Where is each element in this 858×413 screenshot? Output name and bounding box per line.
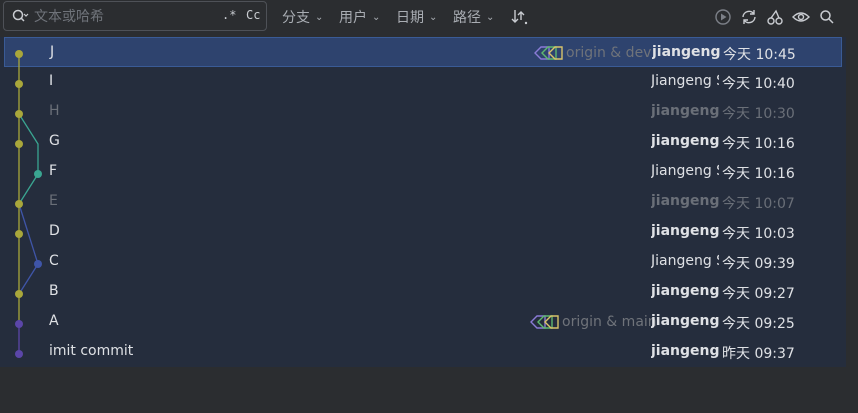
commit-row[interactable]: IJiangeng Sun今天 10:40 <box>4 67 842 97</box>
commit-author: jiangeng <box>652 44 720 60</box>
eye-icon[interactable] <box>792 8 810 26</box>
commit-row[interactable]: Ejiangeng 今天 10:07 <box>4 187 842 217</box>
commit-node <box>15 350 23 358</box>
commit-row[interactable]: imit commit jiangeng 昨天 09:37 <box>4 337 842 367</box>
commit-node <box>15 110 23 118</box>
branch-refs: origin & dev <box>532 44 651 62</box>
filter-user[interactable]: 用户 ⌄ <box>339 7 380 27</box>
refresh-icon[interactable] <box>740 8 758 26</box>
chevron-down-icon: ⌄ <box>315 11 324 23</box>
commit-row[interactable]: Jorigin & dev jiangeng 今天 10:45 <box>4 37 842 67</box>
commit-date: 今天 10:45 <box>723 47 796 63</box>
chevron-down-icon: ⌄ <box>486 11 495 23</box>
commit-graph <box>15 50 42 358</box>
chevron-down-icon: ⌄ <box>429 11 438 23</box>
search-icon <box>12 9 29 22</box>
branch-refs-label: origin & dev <box>566 45 652 61</box>
commit-row[interactable]: Aorigin & main jiangeng 今天 09:25 <box>4 307 842 337</box>
commit-node <box>15 80 23 88</box>
sort-icon[interactable] <box>511 8 529 26</box>
log-toolbar: .* Cc 分支 ⌄ 用户 ⌄ 日期 ⌄ 路径 ⌄ <box>0 0 858 36</box>
commit-author: Jiangeng Sun <box>651 163 719 179</box>
commit-author: jiangeng <box>651 343 719 359</box>
commit-date: 昨天 09:37 <box>722 346 795 362</box>
commit-row[interactable]: Djiangeng 今天 10:03 <box>4 217 842 247</box>
commit-node <box>15 290 23 298</box>
branch-refs: origin & main <box>528 313 657 331</box>
commit-node <box>15 200 23 208</box>
commit-node <box>15 320 23 328</box>
commit-author: jiangeng <box>651 223 719 239</box>
tag-icon <box>530 315 559 329</box>
branch-refs-label: origin & main <box>562 314 657 330</box>
commit-author: jiangeng <box>651 133 719 149</box>
play-icon[interactable] <box>714 8 732 26</box>
commit-author: Jiangeng Sun <box>651 73 719 89</box>
match-case-toggle[interactable]: Cc <box>246 8 260 22</box>
filter-branch-label: 分支 <box>282 10 310 26</box>
commit-author: jiangeng <box>651 283 719 299</box>
commit-date: 今天 10:07 <box>722 196 795 212</box>
commit-date: 今天 10:16 <box>722 166 795 182</box>
filter-path-label: 路径 <box>453 10 481 26</box>
commit-author: Jiangeng Sun <box>651 253 719 269</box>
commit-date: 今天 10:40 <box>722 76 795 92</box>
commit-date: 今天 09:25 <box>722 316 795 332</box>
commit-date: 今天 10:03 <box>722 226 795 242</box>
filter-branch[interactable]: 分支 ⌄ <box>282 7 323 27</box>
graph-branch-teal <box>18 113 39 205</box>
commit-subject: imit commit <box>49 343 134 359</box>
commit-date: 今天 10:30 <box>722 106 795 122</box>
commit-row[interactable]: Gjiangeng 今天 10:16 <box>4 127 842 157</box>
filter-date[interactable]: 日期 ⌄ <box>396 7 437 27</box>
commit-node <box>34 170 42 178</box>
filter-user-label: 用户 <box>339 10 367 26</box>
filter-date-label: 日期 <box>396 10 424 26</box>
search-icon[interactable] <box>818 8 836 26</box>
graph-branch-blue <box>18 203 39 295</box>
commit-log-table: Jorigin & devjiangeng今天 10:45IJiangeng S… <box>0 37 846 367</box>
commit-date: 今天 09:27 <box>722 286 795 302</box>
commit-date: 今天 09:39 <box>722 256 795 272</box>
commit-row[interactable]: FJiangeng Sun今天 10:16 <box>4 157 842 187</box>
right-gutter <box>846 37 858 367</box>
commit-node <box>34 260 42 268</box>
commit-row[interactable]: Bjiangeng 今天 09:27 <box>4 277 842 307</box>
commit-node <box>15 140 23 148</box>
tag-icon <box>534 46 563 60</box>
commit-author: jiangeng <box>651 313 719 329</box>
search-input[interactable] <box>34 7 214 27</box>
filter-path[interactable]: 路径 ⌄ <box>453 7 494 27</box>
commit-row[interactable]: Hjiangeng 今天 10:30 <box>4 97 842 127</box>
regex-toggle[interactable]: .* <box>222 8 236 22</box>
commit-node <box>15 230 23 238</box>
commit-date: 今天 10:16 <box>722 136 795 152</box>
commit-author: jiangeng <box>651 103 719 119</box>
chevron-down-icon: ⌄ <box>372 11 381 23</box>
commit-row[interactable]: CJiangeng Sun今天 09:39 <box>4 247 842 277</box>
commit-node <box>15 50 23 58</box>
search-box[interactable]: .* Cc <box>3 1 267 31</box>
commit-author: jiangeng <box>651 193 719 209</box>
cherry-pick-icon[interactable] <box>766 8 784 26</box>
